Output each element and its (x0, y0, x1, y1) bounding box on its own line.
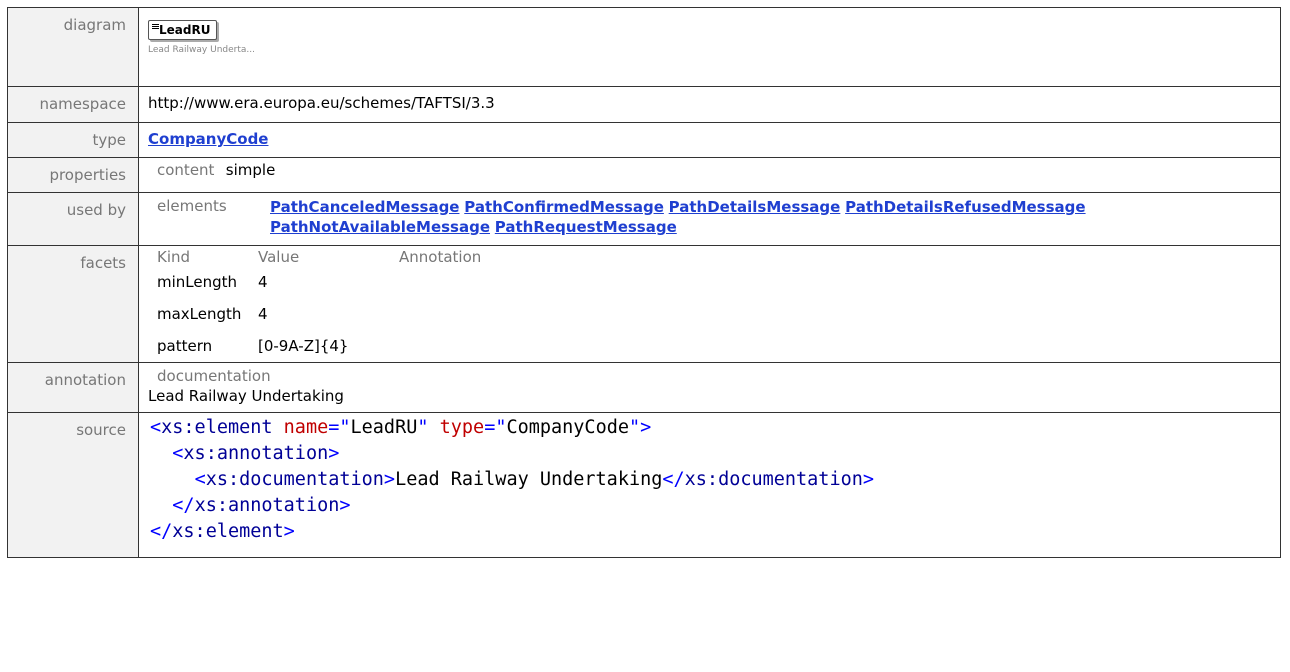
annotation-text: Lead Railway Undertaking (148, 387, 344, 405)
schema-doc-table: diagram LeadRU Lead Railway Underta... n… (7, 7, 1281, 558)
facet-row: minLength 4 (157, 273, 268, 291)
label-annotation: annotation (7, 362, 139, 413)
diagram-element-box[interactable]: LeadRU (148, 20, 218, 40)
source-cell: <xs:element name="LeadRU" type="CompanyC… (138, 412, 1281, 558)
diagram-cell: LeadRU Lead Railway Underta... (138, 7, 1281, 87)
label-source: source (7, 412, 139, 558)
label-diagram: diagram (7, 7, 139, 87)
label-type: type (7, 122, 139, 158)
diagram-element-name: LeadRU (159, 23, 211, 37)
label-properties: properties (7, 157, 139, 193)
label-facets: facets (7, 245, 139, 363)
row-annotation: annotation documentation Lead Railway Un… (7, 362, 1281, 413)
row-facets: facets Kind Value Annotation minLength 4… (7, 245, 1281, 363)
annotation-cell: documentation Lead Railway Undertaking (138, 362, 1281, 413)
row-properties: properties content simple (7, 157, 1281, 193)
diagram-note: Lead Railway Underta... (148, 45, 255, 55)
row-type: type CompanyCode (7, 122, 1281, 158)
facet-row: pattern [0-9A-Z]{4} (157, 337, 349, 355)
properties-value: simple (225, 161, 276, 179)
annotation-key: documentation (157, 367, 271, 385)
row-source: source <xs:element name="LeadRU" type="C… (7, 412, 1281, 558)
used-by-link[interactable]: PathRequestMessage (495, 218, 677, 236)
used-by-link[interactable]: PathNotAvailableMessage (270, 218, 490, 236)
used-by-link[interactable]: PathDetailsRefusedMessage (845, 198, 1085, 216)
label-namespace: namespace (7, 86, 139, 123)
row-namespace: namespace http://www.era.europa.eu/schem… (7, 86, 1281, 123)
namespace-value: http://www.era.europa.eu/schemes/TAFTSI/… (138, 86, 1281, 123)
used-by-key: elements (157, 197, 227, 215)
label-used-by: used by (7, 192, 139, 246)
used-by-link[interactable]: PathCanceledMessage (270, 198, 459, 216)
facets-cell: Kind Value Annotation minLength 4 maxLen… (138, 245, 1281, 363)
used-by-links: PathCanceledMessage PathConfirmedMessage… (270, 197, 1086, 237)
properties-key: content (157, 161, 215, 179)
facet-row: maxLength 4 (157, 305, 268, 323)
element-lines-icon (152, 24, 159, 30)
row-diagram: diagram LeadRU Lead Railway Underta... (7, 7, 1281, 87)
used-by-link[interactable]: PathDetailsMessage (669, 198, 841, 216)
source-code: <xs:element name="LeadRU" type="CompanyC… (150, 417, 875, 542)
row-used-by: used by elements PathCanceledMessage Pat… (7, 192, 1281, 246)
facets-header: Kind Value Annotation (157, 248, 482, 266)
type-link[interactable]: CompanyCode (148, 130, 268, 148)
used-by-link[interactable]: PathConfirmedMessage (464, 198, 664, 216)
